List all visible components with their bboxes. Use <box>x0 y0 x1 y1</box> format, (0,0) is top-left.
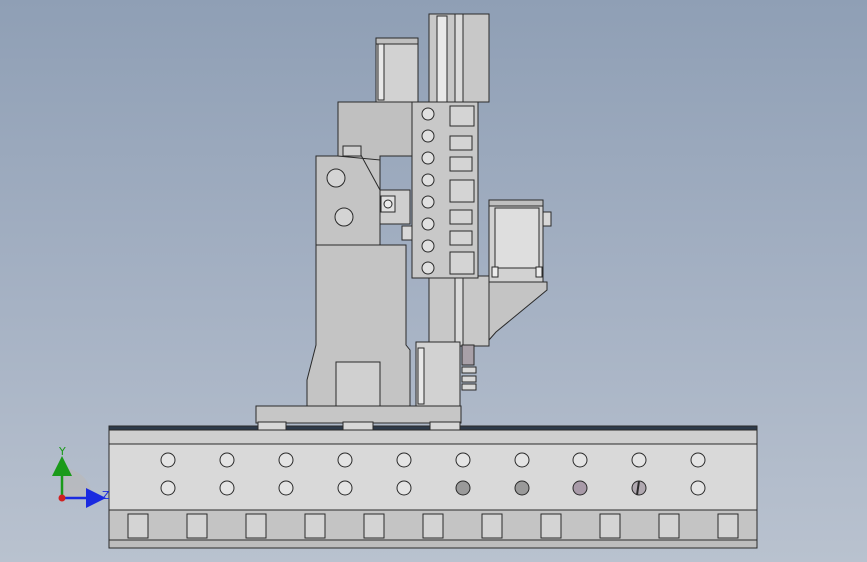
x-axis-point <box>58 494 66 502</box>
y-axis-label: Y <box>58 445 66 458</box>
coordinate-triad: Y Z <box>52 445 110 508</box>
z-axis-label: Z <box>102 489 110 502</box>
triad-plane-shade <box>62 468 92 498</box>
cad-viewport[interactable]: Y Z <box>0 0 867 562</box>
